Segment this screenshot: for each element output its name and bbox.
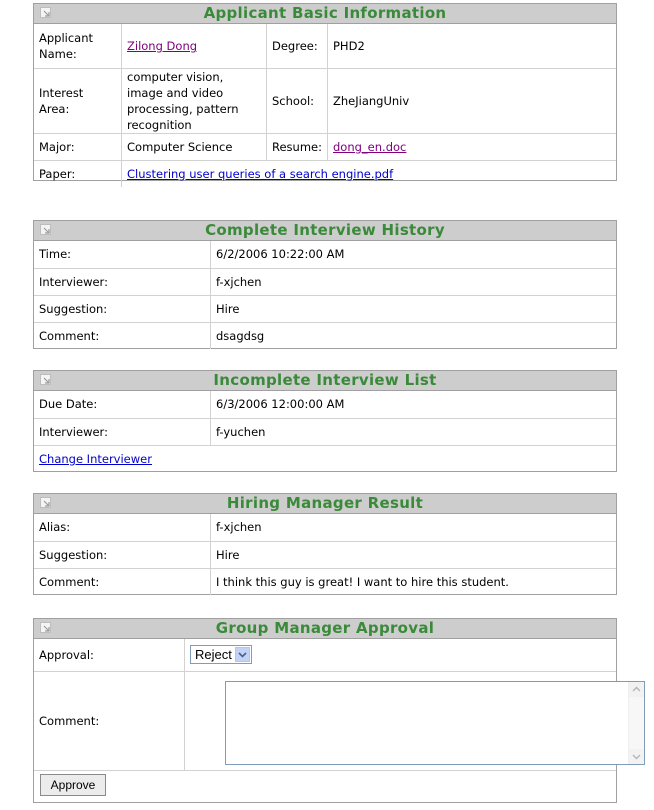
- interviewer-label: Interviewer:: [34, 417, 211, 446]
- incomplete-table: Due Date: 6/3/2006 12:00:00 AM Interview…: [34, 391, 616, 472]
- incomplete-interview-list-panel: Incomplete Interview List Due Date: 6/3/…: [33, 370, 617, 472]
- suggestion-label: Suggestion:: [34, 540, 211, 569]
- panel-title: Hiring Manager Result: [226, 494, 424, 512]
- comment-label: Comment:: [34, 321, 211, 349]
- scroll-down-arrow-icon[interactable]: [629, 749, 644, 764]
- complete-interview-history-panel: Complete Interview History Time: 6/2/200…: [33, 220, 617, 349]
- applicant-basic-info-panel: Applicant Basic Information Applicant Na…: [33, 3, 617, 187]
- applicant-name-label: Applicant Name:: [34, 24, 122, 69]
- hiring-manager-table: Alias: f-xjchen Suggestion: Hire Comment…: [34, 514, 616, 595]
- scroll-up-arrow-icon[interactable]: [629, 682, 644, 697]
- approval-select[interactable]: Reject: [190, 645, 252, 665]
- panel-header: Incomplete Interview List: [34, 371, 616, 391]
- panel-title: Complete Interview History: [205, 221, 445, 239]
- hiring-manager-result-panel: Hiring Manager Result Alias: f-xjchen Su…: [33, 493, 617, 595]
- panel-header: Applicant Basic Information: [34, 4, 616, 24]
- alias-label: Alias:: [34, 514, 211, 542]
- chevron-down-icon[interactable]: [235, 647, 250, 663]
- comment-label: Comment:: [34, 670, 185, 771]
- panel-header: Hiring Manager Result: [34, 494, 616, 514]
- resume-label: Resume:: [266, 132, 328, 161]
- time-label: Time:: [34, 241, 211, 269]
- textarea-scrollbar[interactable]: [628, 682, 644, 764]
- collapse-corner-icon[interactable]: [40, 7, 51, 18]
- comment-value: I think this guy is great! I want to hir…: [210, 567, 616, 595]
- interviewer-value: f-xjchen: [210, 267, 616, 296]
- comment-value: dsagdsg: [210, 321, 616, 349]
- interest-area-label: Interest Area:: [34, 67, 122, 134]
- interest-area-value: computer vision, image and video process…: [121, 67, 267, 134]
- panel-title: Group Manager Approval: [215, 619, 435, 637]
- suggestion-value: Hire: [210, 540, 616, 569]
- suggestion-value: Hire: [210, 294, 616, 323]
- approve-button[interactable]: Approve: [40, 774, 106, 796]
- paper-label: Paper:: [34, 159, 122, 187]
- school-value: ZheJiangUniv: [327, 67, 616, 134]
- due-date-value: 6/3/2006 12:00:00 AM: [210, 391, 616, 419]
- interviewer-value: f-yuchen: [210, 417, 616, 446]
- major-value: Computer Science: [121, 132, 267, 161]
- applicant-name-link[interactable]: Zilong Dong: [127, 39, 197, 53]
- group-manager-approval-panel: Group Manager Approval Approval: Reject …: [33, 618, 645, 803]
- panel-title: Incomplete Interview List: [213, 371, 437, 389]
- basic-info-table: Applicant Name: Zilong Dong Degree: PHD2…: [34, 24, 616, 187]
- resume-link[interactable]: dong_en.doc: [333, 140, 406, 154]
- change-interviewer-link[interactable]: Change Interviewer: [39, 452, 152, 466]
- approval-selected-value: Reject: [195, 647, 232, 663]
- degree-label: Degree:: [266, 24, 328, 69]
- alias-value: f-xjchen: [210, 514, 616, 542]
- major-label: Major:: [34, 132, 122, 161]
- collapse-corner-icon[interactable]: [40, 224, 51, 235]
- collapse-corner-icon[interactable]: [40, 374, 51, 385]
- paper-link[interactable]: Clustering user queries of a search engi…: [127, 167, 393, 181]
- approval-label: Approval:: [34, 639, 185, 672]
- comment-textarea[interactable]: [225, 681, 645, 765]
- panel-header: Complete Interview History: [34, 221, 616, 241]
- panel-header: Group Manager Approval: [34, 619, 616, 639]
- degree-value: PHD2: [327, 24, 616, 69]
- school-label: School:: [266, 67, 328, 134]
- collapse-corner-icon[interactable]: [40, 622, 51, 633]
- suggestion-label: Suggestion:: [34, 294, 211, 323]
- time-value: 6/2/2006 10:22:00 AM: [210, 241, 616, 269]
- due-date-label: Due Date:: [34, 391, 211, 419]
- collapse-corner-icon[interactable]: [40, 497, 51, 508]
- interviewer-label: Interviewer:: [34, 267, 211, 296]
- history-table: Time: 6/2/2006 10:22:00 AM Interviewer: …: [34, 241, 616, 349]
- comment-label: Comment:: [34, 567, 211, 595]
- panel-title: Applicant Basic Information: [203, 4, 447, 22]
